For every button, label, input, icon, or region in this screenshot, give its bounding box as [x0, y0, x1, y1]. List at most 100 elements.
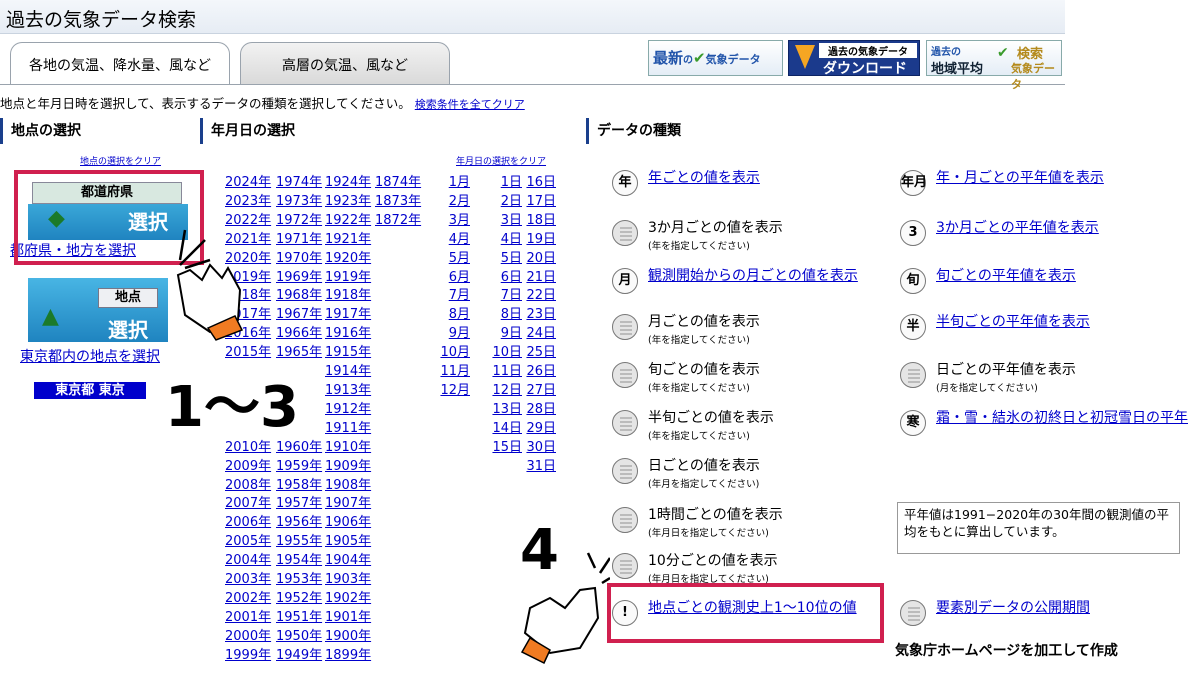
day-link[interactable]: 2日 — [484, 193, 522, 212]
month-link[interactable]: 10月 — [440, 344, 470, 363]
month-link[interactable]: 12月 — [440, 382, 470, 401]
year-link[interactable]: 1918年 — [325, 287, 371, 306]
year-link[interactable]: 1971年 — [276, 231, 322, 250]
datatype-label[interactable]: 観測開始からの月ごとの値を表示 — [648, 265, 858, 285]
year-link[interactable]: 2003年 — [225, 571, 271, 590]
year-link[interactable]: 1899年 — [325, 647, 371, 666]
year-link[interactable]: 1907年 — [325, 495, 371, 514]
year-link[interactable]: 1921年 — [325, 231, 371, 250]
datatype-label[interactable]: 霜・雪・結氷の初終日と初冠雪日の平年 — [936, 407, 1188, 427]
year-link[interactable]: 1955年 — [276, 533, 322, 552]
year-link[interactable]: 1906年 — [325, 514, 371, 533]
year-link[interactable]: 2008年 — [225, 477, 271, 496]
day-link[interactable]: 5日 — [484, 250, 522, 269]
year-link[interactable]: 2001年 — [225, 609, 271, 628]
tab-upper-air[interactable]: 高層の気温、風など — [240, 42, 450, 85]
year-link[interactable]: 1920年 — [325, 250, 371, 269]
year-link[interactable]: 1911年 — [325, 420, 371, 439]
day-link[interactable]: 20日 — [520, 250, 556, 269]
point-select-button[interactable]: 地点 ▲ 選択 — [28, 278, 168, 342]
year-link[interactable]: 1923年 — [325, 193, 371, 212]
year-link[interactable]: 1968年 — [276, 287, 322, 306]
datatype-label[interactable]: 年・月ごとの平年値を表示 — [936, 167, 1104, 187]
year-link[interactable]: 1874年 — [375, 174, 421, 193]
day-link[interactable]: 11日 — [484, 363, 522, 382]
year-link[interactable]: 1974年 — [276, 174, 322, 193]
month-link[interactable]: 5月 — [440, 250, 470, 269]
year-link[interactable]: 1952年 — [276, 590, 322, 609]
clear-point-link[interactable]: 地点の選択をクリア — [80, 154, 161, 167]
datatype-label[interactable]: 半旬ごとの平年値を表示 — [936, 311, 1090, 331]
year-link[interactable]: 1924年 — [325, 174, 371, 193]
year-link[interactable]: 1965年 — [276, 344, 322, 363]
day-link[interactable]: 15日 — [484, 439, 522, 458]
year-link[interactable]: 2024年 — [225, 174, 271, 193]
day-link[interactable]: 7日 — [484, 287, 522, 306]
day-link[interactable]: 13日 — [484, 401, 522, 420]
day-link[interactable]: 22日 — [520, 287, 556, 306]
month-link[interactable]: 1月 — [440, 174, 470, 193]
year-link[interactable]: 1912年 — [325, 401, 371, 420]
year-link[interactable]: 1953年 — [276, 571, 322, 590]
month-link[interactable]: 6月 — [440, 269, 470, 288]
datatype-label[interactable]: 3か月ごとの平年値を表示 — [936, 217, 1099, 237]
year-link[interactable]: 1959年 — [276, 458, 322, 477]
year-link[interactable]: 2004年 — [225, 552, 271, 571]
day-link[interactable]: 24日 — [520, 325, 556, 344]
year-link[interactable]: 1950年 — [276, 628, 322, 647]
day-link[interactable]: 3日 — [484, 212, 522, 231]
year-link[interactable]: 1873年 — [375, 193, 421, 212]
month-link[interactable]: 3月 — [440, 212, 470, 231]
tab-surface[interactable]: 各地の気温、降水量、風など — [10, 42, 230, 85]
month-link[interactable]: 9月 — [440, 325, 470, 344]
datatype-label[interactable]: 要素別データの公開期間 — [936, 597, 1090, 617]
month-link[interactable]: 2月 — [440, 193, 470, 212]
clear-all-link[interactable]: 検索条件を全てクリア — [415, 98, 525, 111]
clear-date-link[interactable]: 年月日の選択をクリア — [456, 154, 546, 167]
year-link[interactable]: 1909年 — [325, 458, 371, 477]
month-link[interactable]: 11月 — [440, 363, 470, 382]
year-link[interactable]: 1903年 — [325, 571, 371, 590]
year-link[interactable]: 1914年 — [325, 363, 371, 382]
month-link[interactable]: 4月 — [440, 231, 470, 250]
year-link[interactable]: 1972年 — [276, 212, 322, 231]
day-link[interactable]: 16日 — [520, 174, 556, 193]
datatype-label[interactable]: 地点ごとの観測史上1〜10位の値 — [648, 597, 857, 617]
year-link[interactable]: 1900年 — [325, 628, 371, 647]
year-link[interactable]: 1917年 — [325, 306, 371, 325]
point-select-link[interactable]: 東京都内の地点を選択 — [20, 346, 160, 366]
year-link[interactable]: 1951年 — [276, 609, 322, 628]
day-link[interactable]: 17日 — [520, 193, 556, 212]
day-link[interactable]: 19日 — [520, 231, 556, 250]
year-link[interactable]: 1969年 — [276, 269, 322, 288]
month-link[interactable]: 7月 — [440, 287, 470, 306]
day-link[interactable]: 18日 — [520, 212, 556, 231]
day-link[interactable]: 6日 — [484, 269, 522, 288]
year-link[interactable]: 2005年 — [225, 533, 271, 552]
year-link[interactable]: 1967年 — [276, 306, 322, 325]
year-link[interactable]: 1958年 — [276, 477, 322, 496]
year-link[interactable]: 1919年 — [325, 269, 371, 288]
day-link[interactable]: 28日 — [520, 401, 556, 420]
day-link[interactable]: 27日 — [520, 382, 556, 401]
day-link[interactable]: 26日 — [520, 363, 556, 382]
year-link[interactable]: 1902年 — [325, 590, 371, 609]
day-link[interactable]: 23日 — [520, 306, 556, 325]
day-link[interactable]: 4日 — [484, 231, 522, 250]
day-link[interactable]: 30日 — [520, 439, 556, 458]
year-link[interactable]: 1957年 — [276, 495, 322, 514]
datatype-label[interactable]: 旬ごとの平年値を表示 — [936, 265, 1076, 285]
day-link[interactable]: 29日 — [520, 420, 556, 439]
year-link[interactable]: 1949年 — [276, 647, 322, 666]
datatype-label[interactable]: 年ごとの値を表示 — [648, 167, 760, 187]
year-link[interactable]: 1922年 — [325, 212, 371, 231]
year-link[interactable]: 1908年 — [325, 477, 371, 496]
year-link[interactable]: 2000年 — [225, 628, 271, 647]
month-link[interactable]: 8月 — [440, 306, 470, 325]
year-link[interactable]: 1905年 — [325, 533, 371, 552]
year-link[interactable]: 1913年 — [325, 382, 371, 401]
day-link[interactable]: 10日 — [484, 344, 522, 363]
year-link[interactable]: 1999年 — [225, 647, 271, 666]
year-link[interactable]: 1954年 — [276, 552, 322, 571]
day-link[interactable]: 31日 — [520, 458, 556, 477]
